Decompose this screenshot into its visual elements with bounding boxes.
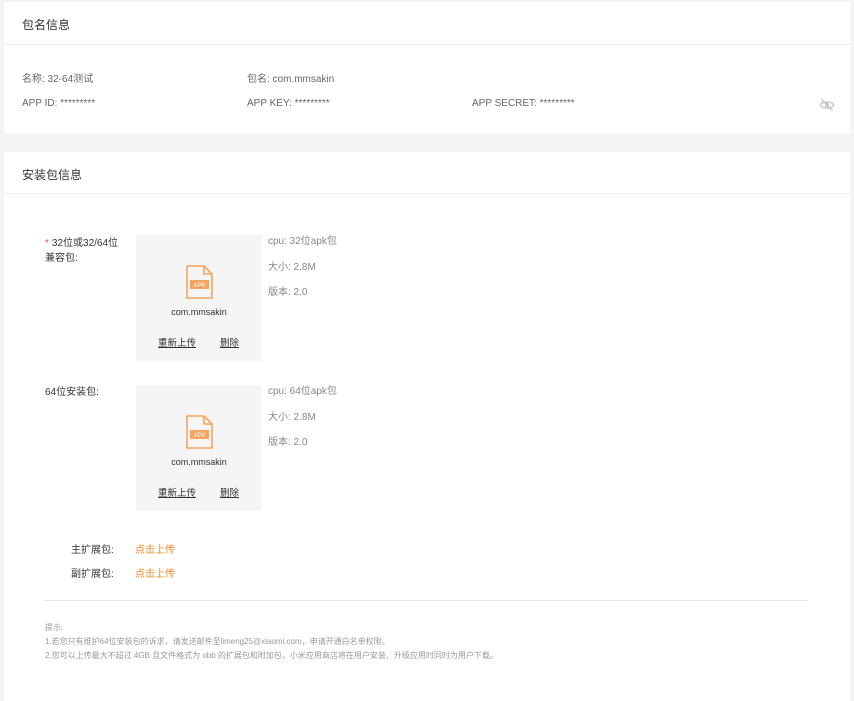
pkg32-cpu: cpu: 32位apk包 [268,236,337,247]
sub-ext-label: 副扩展包: [71,569,114,580]
divider [45,600,808,601]
main-ext-label: 主扩展包: [71,545,114,556]
pkg32-reupload-link[interactable]: 重新上传 [158,335,196,349]
app-name: 名称: 32-64测试 [22,74,94,85]
pkg64-version: 版本: 2.0 [268,437,308,448]
apk-file-icon: APK [186,415,213,449]
package-info-card: 包名信息 名称: 32-64测试 包名: com.mmsakin APP ID:… [4,2,850,133]
install-info-title: 安装包信息 [4,152,850,194]
pkg32-label-line2: 兼容包: [45,253,78,264]
required-mark: * [45,238,49,249]
app-id: APP ID: ********* [22,98,96,109]
tips-title: 提示: [45,623,64,632]
pkg64-reupload-link[interactable]: 重新上传 [158,485,196,499]
pkg32-version: 版本: 2.0 [268,287,308,298]
pkg32-upload-box: APK com.mmsakin 重新上传 删除 [136,235,262,361]
pkg32-label: * 32位或32/64位 兼容包: [45,236,118,266]
pkg64-upload-box: APK com.mmsakin 重新上传 删除 [136,385,262,511]
pkg64-label: 64位安装包: [45,387,99,398]
pkg32-size: 大小: 2.8M [268,262,316,273]
pkg64-cpu: cpu: 64位apk包 [268,386,337,397]
pkg64-delete-link[interactable]: 删除 [220,485,239,499]
pkg32-delete-link[interactable]: 删除 [220,335,239,349]
apk-icon-text: APK [193,433,205,439]
install-info-card: 安装包信息 * 32位或32/64位 兼容包: APK com.mmsakin 重… [4,152,850,701]
pkg32-label-line1: 32位或32/64位 [51,238,119,249]
eye-off-icon[interactable] [819,98,835,112]
pkg32-file-name: com.mmsakin [171,307,227,317]
sub-ext-upload-link[interactable]: 点击上传 [135,565,175,580]
main-ext-upload-link[interactable]: 点击上传 [135,541,175,556]
pkg64-file-name: com.mmsakin [171,457,227,467]
tips-line-2: 2.您可以上传最大不超过 4GB 且文件格式为 obb 的扩展包和附加包，小米应… [45,651,498,660]
tips-line-1: 1.若您只有维护64位安装包的诉求，请发送邮件至limeng25@xiaomi.… [45,637,390,646]
package-name: 包名: com.mmsakin [247,74,335,85]
package-info-title: 包名信息 [4,2,850,45]
apk-file-icon: APK [186,265,213,299]
apk-icon-text: APK [193,283,205,289]
pkg64-size: 大小: 2.8M [268,412,316,423]
app-key: APP KEY: ********* [247,98,330,109]
app-secret: APP SECRET: ********* [472,98,575,109]
